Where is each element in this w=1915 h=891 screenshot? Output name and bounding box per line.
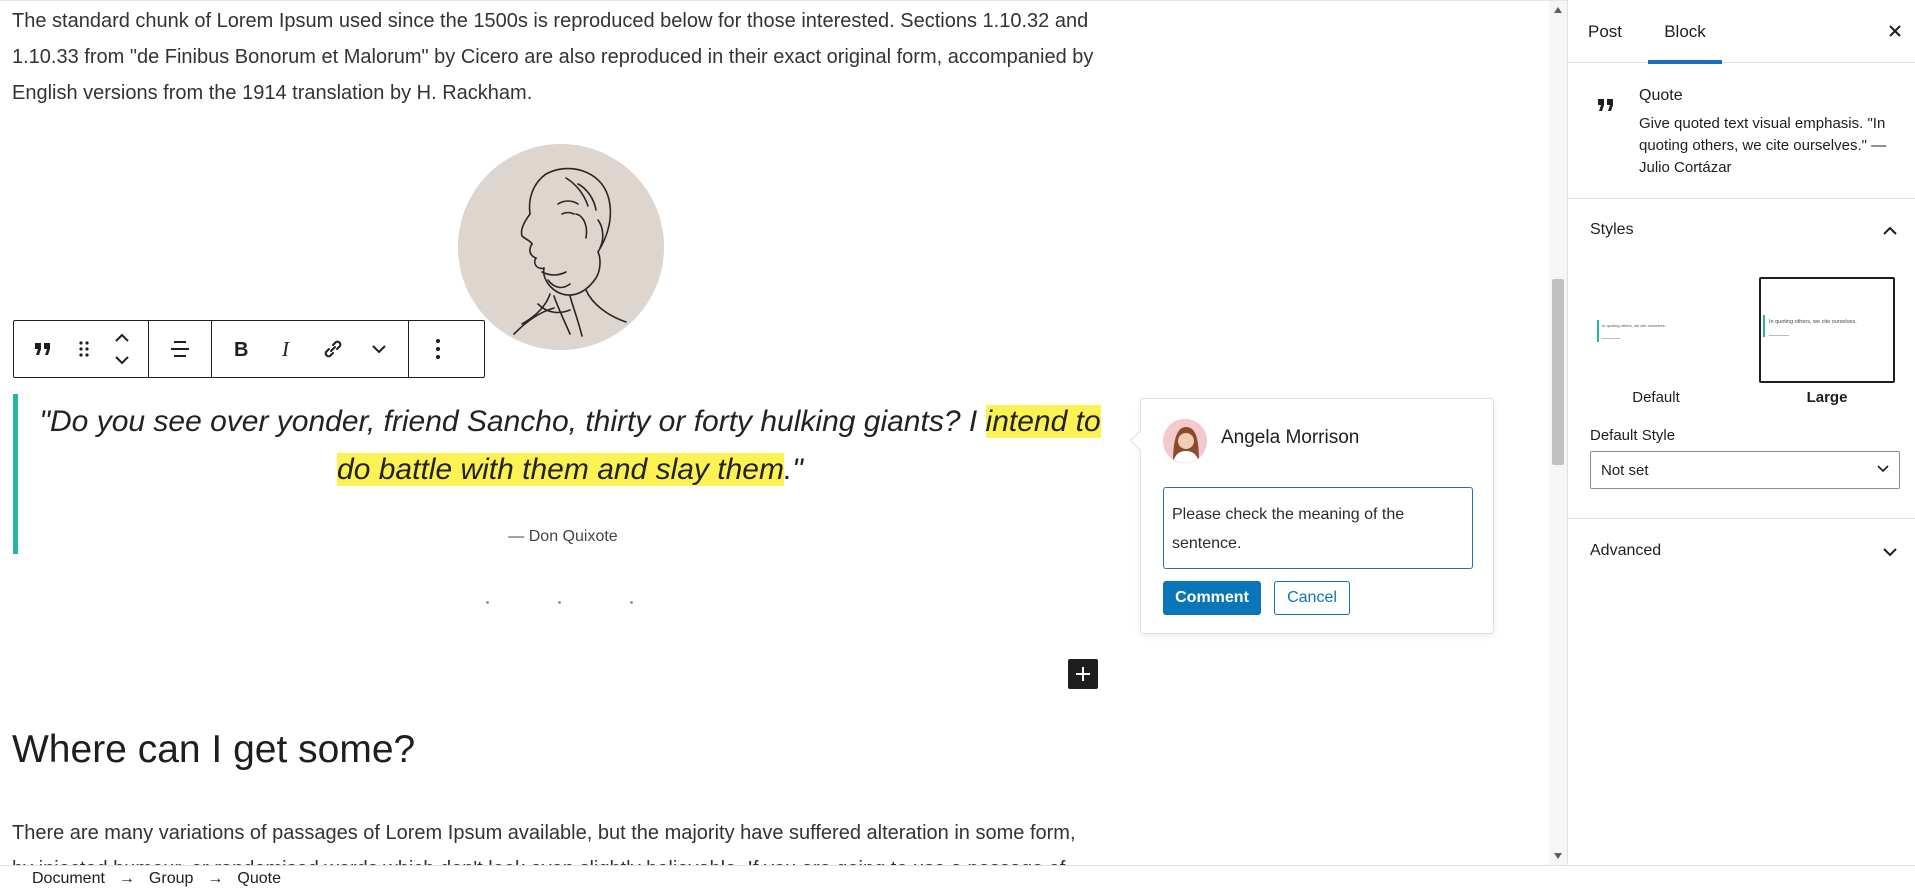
breadcrumb-separator: → xyxy=(118,869,135,887)
default-style-select[interactable]: Not set xyxy=(1590,451,1900,489)
style-default-preview-text: In quoting others, we cite ourselves. xyxy=(1602,323,1666,328)
close-icon xyxy=(1889,25,1901,37)
advanced-panel: Advanced xyxy=(1568,520,1915,582)
style-default-preview[interactable]: In quoting others, we cite ourselves. xyxy=(1588,277,1724,383)
move-up-down-button[interactable] xyxy=(102,321,142,377)
more-rich-text-button[interactable] xyxy=(356,321,402,377)
breadcrumb: Document → Group → Quote xyxy=(0,865,1915,891)
bold-icon: B xyxy=(234,339,248,360)
comment-textarea[interactable]: Please check the meaning of the sentence… xyxy=(1163,487,1473,569)
separator-dot xyxy=(630,601,633,604)
block-toolbar: B I xyxy=(13,320,485,378)
quote-block[interactable]: "Do you see over yonder, friend Sancho, … xyxy=(13,394,1113,554)
quote-icon xyxy=(1598,99,1613,111)
svg-text:I: I xyxy=(281,338,290,360)
style-default-label[interactable]: Default xyxy=(1588,389,1724,406)
chevron-down-icon xyxy=(1883,548,1897,557)
toolbar-group-align xyxy=(149,321,212,377)
paragraph-block[interactable]: There are many variations of passages of… xyxy=(12,815,1102,865)
align-button[interactable] xyxy=(155,321,205,377)
move-up-down-icon xyxy=(115,333,129,365)
italic-icon: I xyxy=(281,338,290,360)
link-button[interactable] xyxy=(310,321,356,377)
toolbar-group-format: B I xyxy=(212,321,409,377)
sidebar-tabs: Post Block xyxy=(1568,0,1915,64)
tab-block[interactable]: Block xyxy=(1648,0,1722,64)
italic-button[interactable]: I xyxy=(264,321,310,377)
align-icon xyxy=(171,341,189,357)
comment-author-name: Angela Morrison xyxy=(1221,427,1360,448)
default-style-label: Default Style xyxy=(1590,427,1676,444)
kebab-menu-icon xyxy=(436,339,440,359)
separator-dots xyxy=(486,601,636,607)
svg-text:B: B xyxy=(234,339,248,360)
drag-handle-button[interactable] xyxy=(66,321,102,377)
options-button[interactable] xyxy=(415,321,461,377)
chevron-up-icon xyxy=(1883,226,1897,235)
editor-scrollbar[interactable] xyxy=(1549,1,1567,865)
portrait-image[interactable] xyxy=(458,144,664,350)
settings-sidebar: Post Block Quote Give quoted text visual… xyxy=(1567,0,1915,865)
comment-cancel-button[interactable]: Cancel xyxy=(1274,581,1350,615)
style-default-thumbnail: In quoting others, we cite ourselves. xyxy=(1597,320,1666,342)
block-inserter-button[interactable] xyxy=(1068,659,1098,689)
comment-submit-button[interactable]: Comment xyxy=(1163,581,1261,615)
link-icon xyxy=(324,340,342,358)
style-large-label[interactable]: Large xyxy=(1759,389,1895,406)
quote-icon xyxy=(35,343,50,355)
scrollbar-thumb[interactable] xyxy=(1552,279,1564,465)
quote-text-end: ." xyxy=(783,453,803,486)
advanced-panel-title[interactable]: Advanced xyxy=(1590,542,1661,560)
separator-dot xyxy=(486,601,489,604)
quote-text-start: "Do you see over yonder, friend Sancho, … xyxy=(39,405,986,438)
styles-panel-title[interactable]: Styles xyxy=(1590,221,1634,239)
quote-citation[interactable]: — Don Quixote xyxy=(18,528,1108,546)
toolbar-group-options xyxy=(409,321,467,377)
style-large-thumbnail: In quoting others, we cite ourselves. xyxy=(1763,315,1857,337)
scroll-up-arrow-icon[interactable] xyxy=(1554,7,1562,13)
plus-icon xyxy=(1076,667,1090,681)
sketch-illustration xyxy=(458,144,664,350)
comment-popover: Angela Morrison Please check the meaning… xyxy=(1140,398,1494,634)
breadcrumb-separator: → xyxy=(207,869,224,887)
style-large-preview-text: In quoting others, we cite ourselves. xyxy=(1769,319,1857,325)
editor-canvas[interactable]: The standard chunk of Lorem Ipsum used s… xyxy=(0,0,1567,865)
breadcrumb-group[interactable]: Group xyxy=(149,870,193,888)
block-card: Quote Give quoted text visual emphasis. … xyxy=(1568,63,1915,199)
default-style-value: Not set xyxy=(1601,461,1649,479)
tab-post[interactable]: Post xyxy=(1588,0,1622,63)
styles-panel: Styles In quoting others, we cite oursel… xyxy=(1568,199,1915,519)
heading-block[interactable]: Where can I get some? xyxy=(12,728,415,772)
user-avatar-icon xyxy=(1163,419,1207,463)
avatar xyxy=(1163,419,1207,463)
scroll-down-arrow-icon[interactable] xyxy=(1554,853,1562,859)
advanced-panel-toggle[interactable] xyxy=(1878,540,1902,564)
quote-text[interactable]: "Do you see over yonder, friend Sancho, … xyxy=(30,398,1110,494)
breadcrumb-document[interactable]: Document xyxy=(32,870,105,888)
styles-panel-toggle[interactable] xyxy=(1878,219,1902,243)
bold-button[interactable]: B xyxy=(218,321,264,377)
block-card-description: Give quoted text visual emphasis. "In qu… xyxy=(1639,115,1887,176)
style-large-preview[interactable]: In quoting others, we cite ourselves. xyxy=(1759,277,1895,383)
separator-dot xyxy=(558,601,561,604)
chevron-down-icon xyxy=(1877,465,1889,473)
toolbar-group-block xyxy=(14,321,149,377)
block-card-title: Quote xyxy=(1639,87,1683,104)
close-sidebar-button[interactable] xyxy=(1884,20,1906,42)
paragraph-block[interactable]: The standard chunk of Lorem Ipsum used s… xyxy=(12,3,1102,111)
drag-handle-icon xyxy=(79,341,89,357)
chevron-down-icon xyxy=(372,345,386,354)
breadcrumb-quote[interactable]: Quote xyxy=(237,870,281,888)
quote-block-type-button[interactable] xyxy=(20,321,66,377)
